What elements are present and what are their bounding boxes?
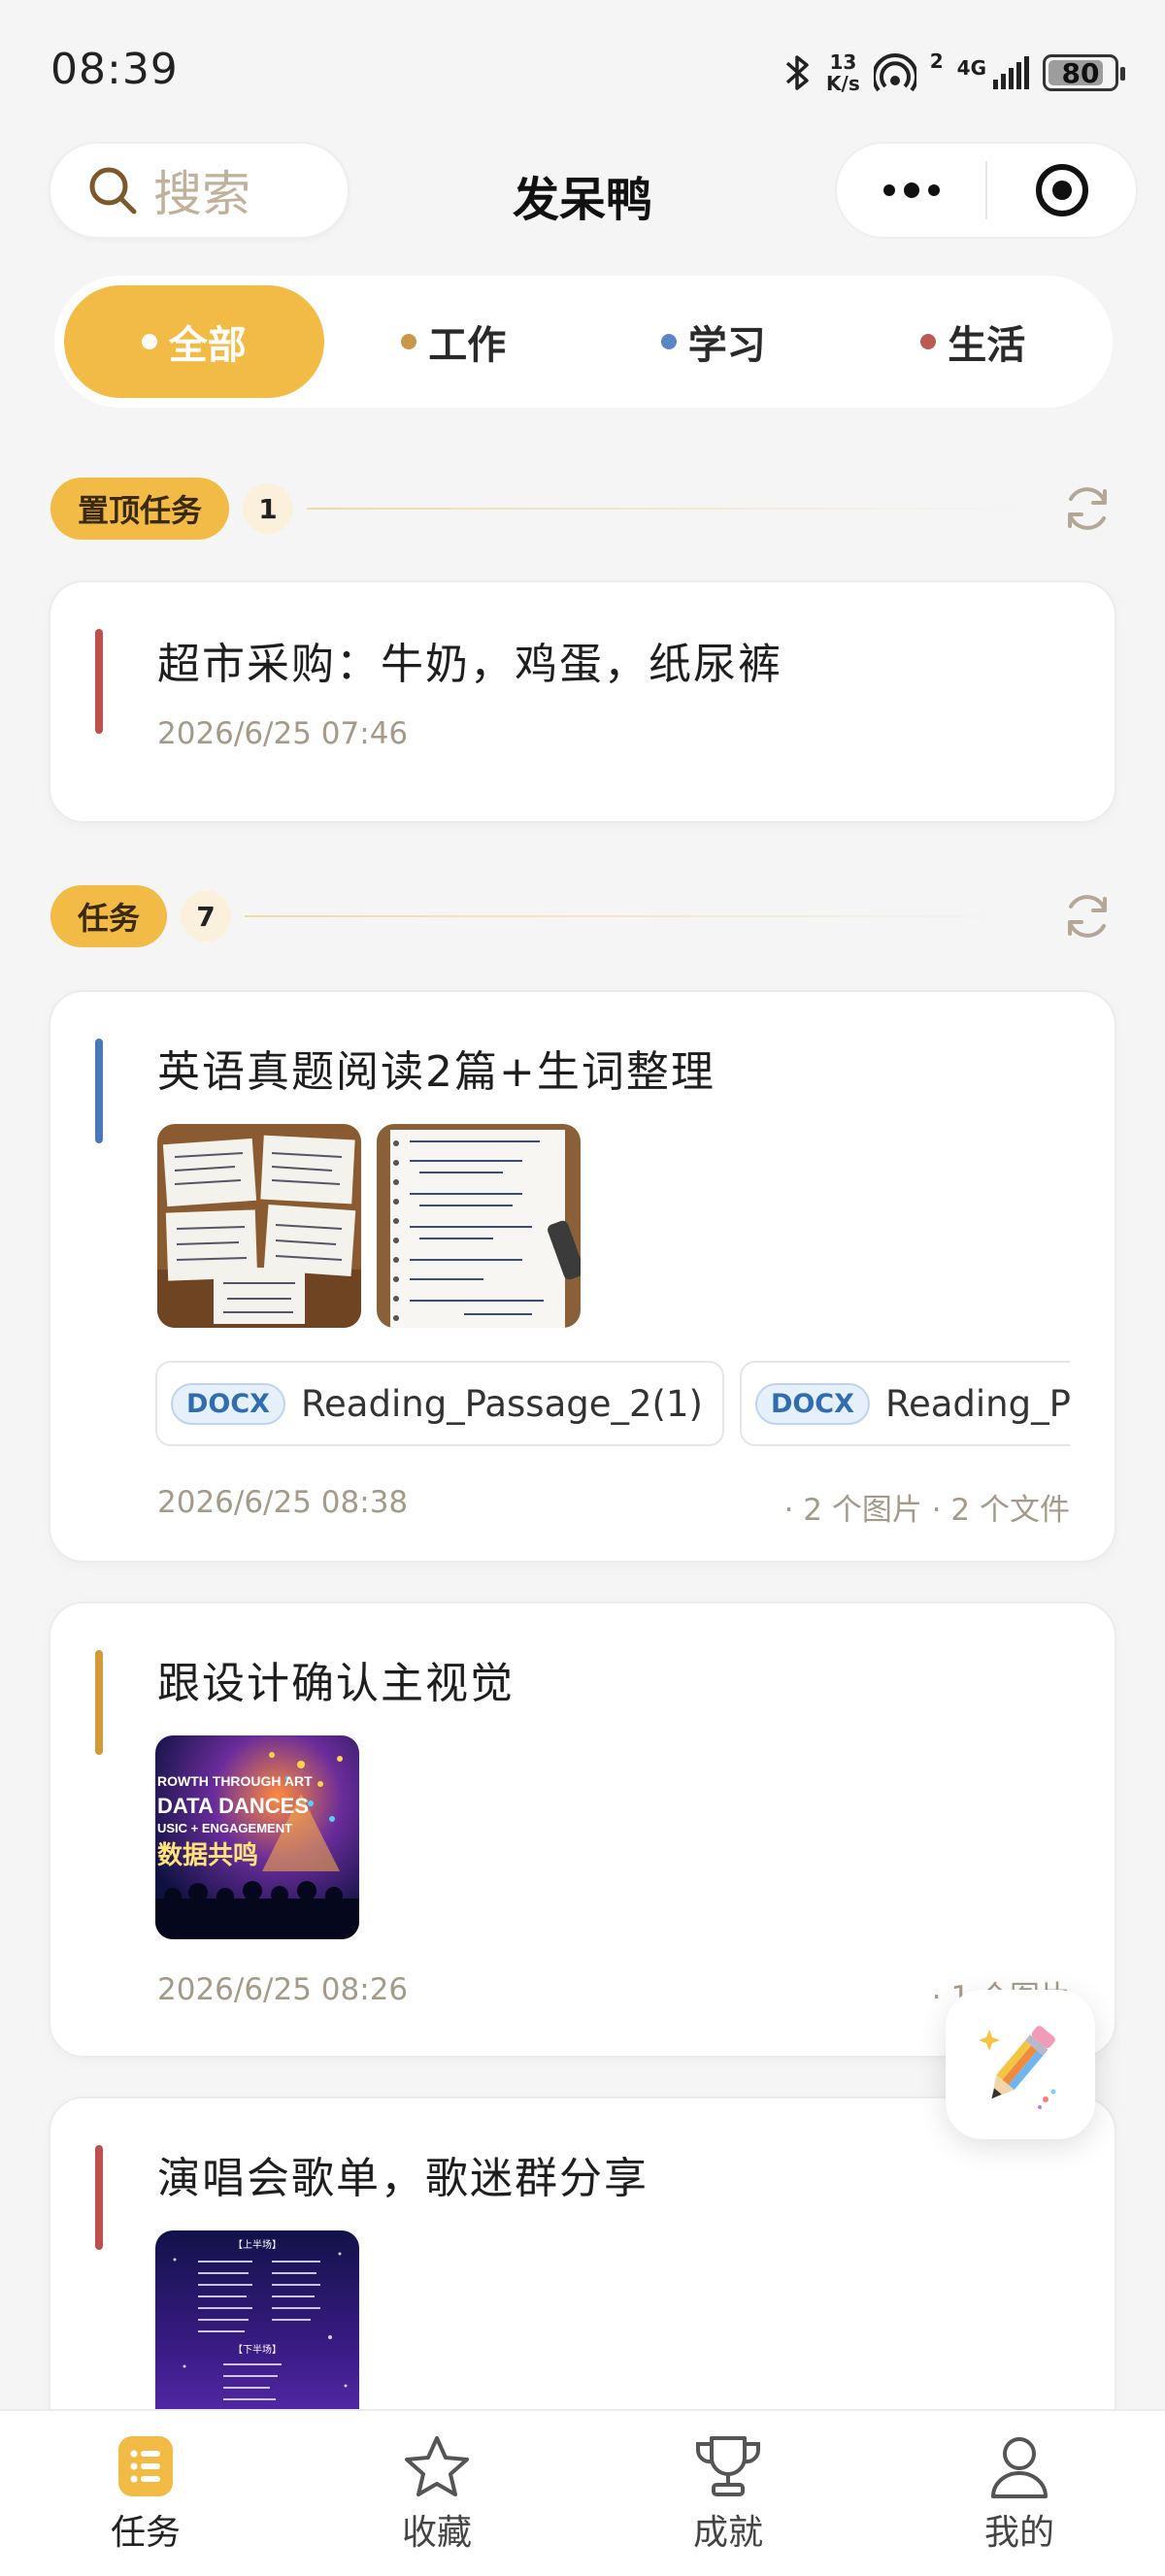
nav-achievements[interactable]: 成就 bbox=[582, 2411, 874, 2576]
section-divider bbox=[307, 508, 1027, 510]
status-time: 08:39 bbox=[50, 45, 179, 94]
task-card[interactable]: 跟设计确认主视觉 ROWTH THROUGH ART DATA DANCES U… bbox=[49, 1602, 1116, 2058]
task-label: 任务 bbox=[50, 885, 168, 947]
category-stripe bbox=[95, 2145, 103, 2250]
image-thumbnail[interactable] bbox=[377, 1124, 581, 1328]
tab-label: 工作 bbox=[428, 323, 507, 368]
pinned-task-card[interactable]: 超市采购：牛奶，鸡蛋，纸尿裤 2026/6/25 07:46 bbox=[49, 580, 1116, 823]
category-stripe bbox=[95, 629, 103, 734]
poster-caption-line: DATA DANCES bbox=[157, 1794, 309, 1818]
net-speed: 13 K/s bbox=[826, 50, 860, 95]
close-mini-program-button[interactable] bbox=[987, 144, 1136, 237]
image-thumbnail[interactable]: 【上半场】 【下半场】 bbox=[155, 2230, 359, 2434]
refresh-button[interactable] bbox=[1056, 478, 1118, 540]
image-thumbnail[interactable]: ROWTH THROUGH ART DATA DANCES USIC + ENG… bbox=[155, 1735, 359, 1939]
refresh-icon bbox=[1068, 895, 1107, 938]
tab-dot bbox=[141, 334, 157, 349]
poster-caption-line: ROWTH THROUGH ART bbox=[157, 1773, 313, 1789]
refresh-button[interactable] bbox=[1056, 885, 1118, 947]
task-title: 英语真题阅读2篇+生词整理 bbox=[157, 1047, 716, 1097]
star-icon bbox=[405, 2436, 469, 2496]
battery-icon: 80 bbox=[1043, 54, 1125, 91]
task-count: 7 bbox=[181, 891, 232, 941]
pinned-section-header: 置顶任务 1 bbox=[50, 478, 1118, 540]
nav-favorites[interactable]: 收藏 bbox=[291, 2411, 582, 2576]
nav-label: 成就 bbox=[692, 2513, 763, 2553]
pinned-count: 1 bbox=[243, 483, 294, 534]
mini-program-capsule bbox=[835, 142, 1138, 239]
file-attachments: DOCX Reading_Passage_2(1) DOCX Reading_P… bbox=[155, 1361, 1070, 1450]
task-title: 超市采购：牛奶，鸡蛋，纸尿裤 bbox=[157, 640, 782, 689]
category-tabs: 全部 工作 学习 生活 bbox=[54, 276, 1113, 408]
tab-dot bbox=[660, 334, 677, 349]
bottom-nav: 任务 收藏 成就 我的 bbox=[0, 2409, 1165, 2576]
trophy-icon bbox=[695, 2436, 761, 2496]
new-task-button[interactable] bbox=[946, 1990, 1095, 2139]
list-icon bbox=[118, 2436, 173, 2496]
nav-label: 收藏 bbox=[401, 2513, 472, 2553]
user-icon bbox=[991, 2437, 1048, 2498]
file-type-badge: DOCX bbox=[754, 1382, 870, 1425]
task-section-header: 任务 7 bbox=[50, 885, 1118, 947]
file-chip[interactable]: DOCX Reading_Passage_2 bbox=[739, 1361, 1070, 1446]
task-title: 演唱会歌单，歌迷群分享 bbox=[157, 2154, 649, 2203]
nav-tasks[interactable]: 任务 bbox=[0, 2411, 291, 2576]
tab-all[interactable]: 全部 bbox=[64, 285, 324, 398]
file-type-badge: DOCX bbox=[171, 1382, 285, 1425]
tab-label: 全部 bbox=[168, 323, 247, 368]
pencil-icon bbox=[979, 2026, 1056, 2109]
refresh-icon bbox=[1068, 487, 1107, 530]
setlist-heading: 【上半场】 bbox=[233, 2238, 282, 2251]
more-button[interactable] bbox=[837, 144, 985, 237]
file-name: Reading_Passage_2 bbox=[884, 1382, 1070, 1425]
category-stripe bbox=[95, 1650, 103, 1755]
task-date: 2026/6/25 07:46 bbox=[157, 716, 409, 751]
attachment-summary: · 2 个图片 · 2 个文件 bbox=[783, 1493, 1070, 1528]
nav-label: 我的 bbox=[983, 2513, 1054, 2553]
tab-label: 生活 bbox=[948, 323, 1026, 368]
section-divider bbox=[245, 915, 1027, 917]
nav-profile[interactable]: 我的 bbox=[874, 2411, 1165, 2576]
pinned-label: 置顶任务 bbox=[50, 478, 230, 540]
signal-icon: 4G bbox=[957, 56, 1029, 89]
sim-number: 2 bbox=[929, 50, 944, 73]
task-date: 2026/6/25 08:38 bbox=[157, 1485, 409, 1520]
tab-study[interactable]: 学习 bbox=[583, 285, 844, 398]
nav-label: 任务 bbox=[110, 2513, 181, 2553]
task-card[interactable]: 英语真题阅读2篇+生词整理 DOCX Reading_Passage_2(1) … bbox=[49, 990, 1116, 1563]
file-name: Reading_Passage_2(1) bbox=[301, 1382, 703, 1425]
status-icons: 13 K/s 2 4G 80 bbox=[783, 49, 1125, 97]
bluetooth-icon bbox=[785, 55, 809, 90]
task-date: 2026/6/25 08:26 bbox=[157, 1972, 409, 2007]
poster-caption-line: 数据共鸣 bbox=[157, 1840, 258, 1870]
task-title: 跟设计确认主视觉 bbox=[157, 1659, 515, 1708]
tab-life[interactable]: 生活 bbox=[844, 285, 1104, 398]
more-icon bbox=[882, 182, 940, 198]
tab-label: 学习 bbox=[687, 323, 766, 368]
target-icon bbox=[1035, 164, 1088, 216]
hotspot-icon bbox=[873, 53, 916, 92]
category-stripe bbox=[95, 1039, 103, 1143]
setlist-heading: 【下半场】 bbox=[233, 2343, 282, 2356]
tab-work[interactable]: 工作 bbox=[324, 285, 584, 398]
file-chip[interactable]: DOCX Reading_Passage_2(1) bbox=[155, 1361, 724, 1446]
tab-dot bbox=[920, 334, 937, 349]
image-thumbnail[interactable] bbox=[157, 1124, 361, 1328]
tab-dot bbox=[401, 334, 417, 349]
poster-caption-line: USIC + ENGAGEMENT bbox=[157, 1821, 292, 1835]
